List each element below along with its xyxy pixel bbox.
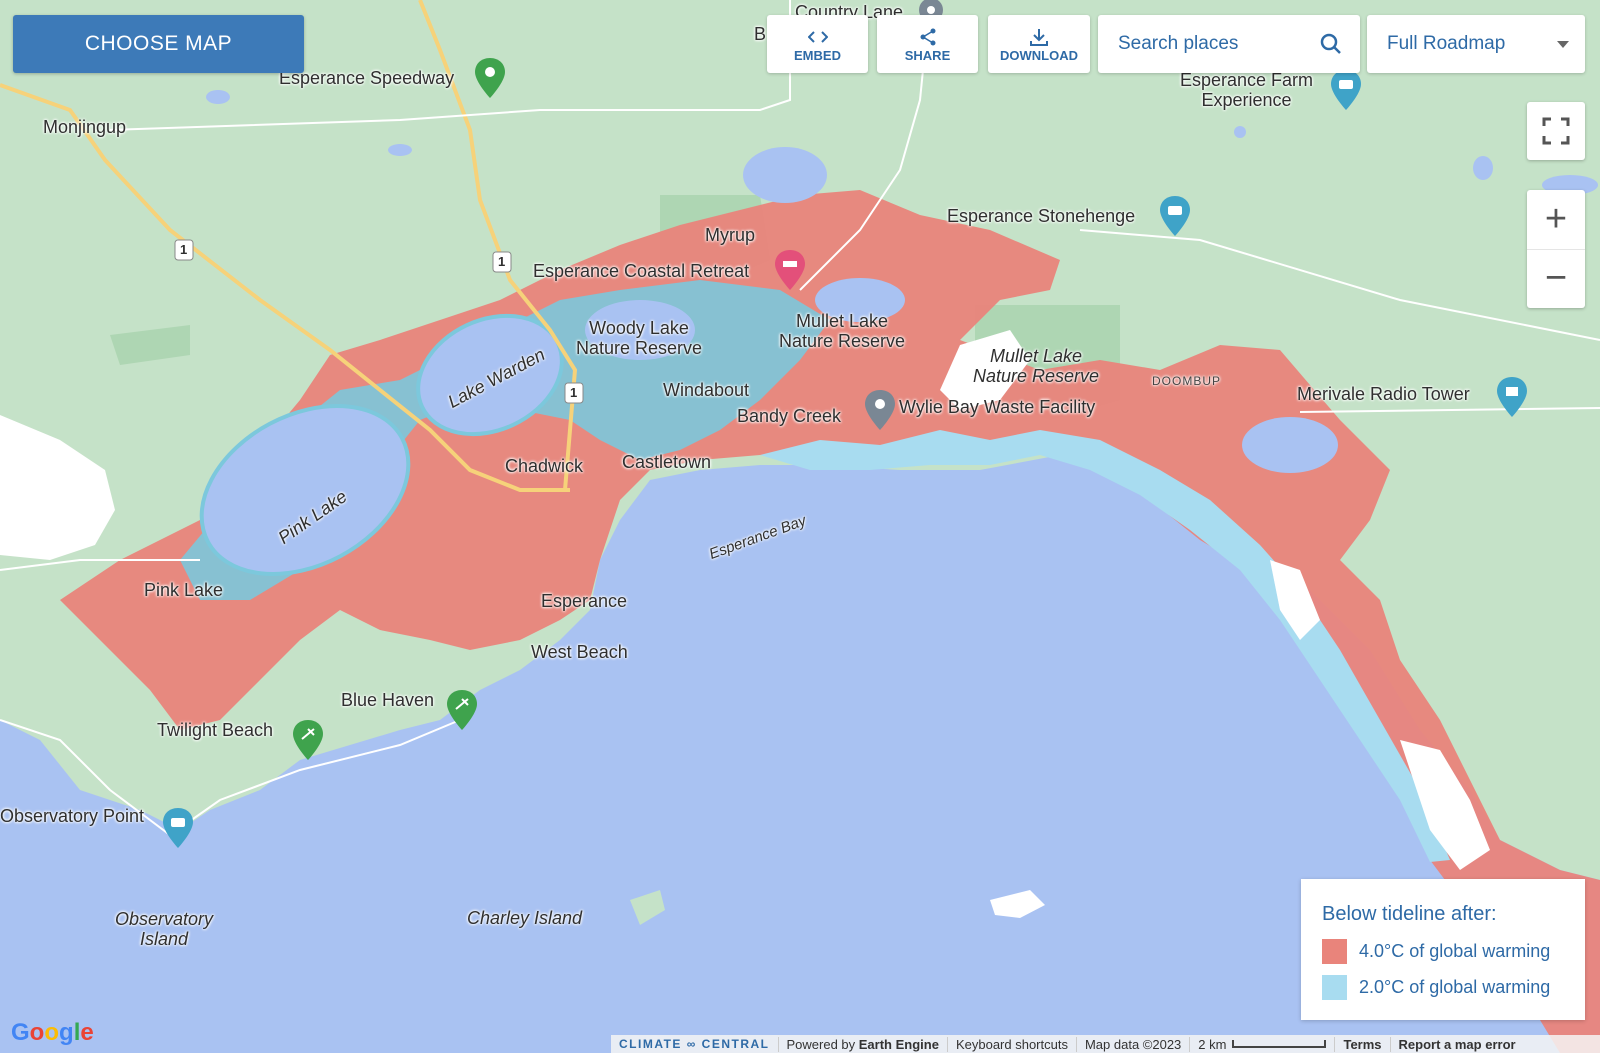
- code-icon: [807, 26, 828, 48]
- map-footer: CLIMATE ∞ CENTRAL Powered by Earth Engin…: [611, 1035, 1600, 1053]
- place-label-observatory-point[interactable]: Observatory Point: [0, 806, 144, 826]
- place-label-wylie-bay[interactable]: Wylie Bay Waste Facility: [899, 397, 1095, 417]
- route-1-label: 1: [570, 385, 578, 400]
- place-label-line: Woody Lake: [589, 318, 689, 338]
- share-icon: [919, 26, 937, 48]
- embed-label: EMBED: [794, 47, 841, 63]
- place-label-west-beach[interactable]: West Beach: [531, 642, 628, 662]
- place-label-mullet-lake-reserve[interactable]: Mullet Lake Nature Reserve: [973, 346, 1099, 386]
- place-label-myrup[interactable]: Myrup: [705, 225, 755, 245]
- place-label-line: Nature Reserve: [576, 338, 703, 358]
- share-button[interactable]: SHARE: [877, 15, 978, 73]
- fullscreen-icon: [1542, 117, 1570, 145]
- embed-button[interactable]: EMBED: [767, 15, 868, 73]
- legend-swatch-4c: [1322, 939, 1347, 964]
- scale-bar: 2 km: [1189, 1036, 1334, 1052]
- place-label-pink-lake-town[interactable]: Pink Lake: [144, 580, 223, 600]
- download-icon: [1029, 26, 1049, 48]
- zoom-out-button[interactable]: −: [1527, 250, 1585, 308]
- place-label-twilight-beach[interactable]: Twilight Beach: [157, 720, 273, 740]
- scale-line: [1232, 1040, 1327, 1048]
- place-label-line: Observatory: [115, 909, 214, 929]
- hotel-pin-icon[interactable]: [775, 250, 805, 290]
- place-label-line: Esperance Farm: [1180, 70, 1314, 90]
- scale-label: 2 km: [1198, 1036, 1227, 1052]
- place-label-line: Mullet Lake: [990, 346, 1083, 366]
- place-label-esperance-coastal-retreat[interactable]: Esperance Coastal Retreat: [533, 261, 749, 281]
- map-pin-icon[interactable]: [475, 58, 505, 98]
- place-label-esperance-farm[interactable]: Esperance Farm Experience: [1180, 70, 1313, 110]
- place-label-observatory-island[interactable]: Observatory Island: [115, 909, 213, 949]
- fullscreen-button[interactable]: [1527, 102, 1585, 160]
- beach-pin-icon[interactable]: [293, 720, 323, 760]
- place-label-esperance[interactable]: Esperance: [541, 591, 627, 611]
- legend-item: 2.0°C of global warming: [1322, 975, 1550, 1000]
- place-label-monjingup[interactable]: Monjingup: [43, 117, 126, 137]
- place-label-partial: B: [754, 24, 767, 44]
- search-box[interactable]: [1098, 15, 1360, 73]
- small-lake: [1234, 126, 1246, 138]
- map-type-value: Full Roadmap: [1387, 33, 1506, 54]
- small-lake: [1242, 417, 1338, 473]
- camera-pin-icon[interactable]: [163, 808, 193, 848]
- small-lake: [743, 147, 827, 203]
- camera-pin-icon[interactable]: [1331, 70, 1361, 110]
- chevron-down-icon: [1557, 40, 1569, 48]
- place-label-chadwick[interactable]: Chadwick: [505, 456, 583, 476]
- place-label-charley-island[interactable]: Charley Island: [467, 908, 582, 928]
- legend-item: 4.0°C of global warming: [1322, 939, 1550, 964]
- place-label-doombup[interactable]: DOOMBUP: [1152, 371, 1221, 391]
- plus-icon: +: [1544, 198, 1568, 240]
- keyboard-shortcuts-link[interactable]: Keyboard shortcuts: [946, 1036, 1076, 1052]
- place-label-line: Experience: [1201, 90, 1292, 110]
- legend-label: 4.0°C of global warming: [1359, 941, 1551, 961]
- report-map-error-link[interactable]: Report a map error: [1389, 1036, 1524, 1052]
- place-label-windabout[interactable]: Windabout: [663, 380, 749, 400]
- place-label-esperance-speedway[interactable]: Esperance Speedway: [279, 68, 454, 88]
- map-data-attribution: Map data ©2023: [1075, 1036, 1189, 1052]
- zoom-in-button[interactable]: +: [1527, 191, 1585, 250]
- place-label-castletown[interactable]: Castletown: [622, 452, 711, 472]
- google-logo: Google: [11, 1019, 94, 1046]
- climate-central-brand[interactable]: CLIMATE ∞ CENTRAL: [611, 1037, 778, 1051]
- share-label: SHARE: [904, 47, 951, 63]
- small-lake: [388, 144, 412, 156]
- place-label-line: Nature Reserve: [973, 366, 1100, 386]
- route-1-label: 1: [180, 242, 188, 257]
- place-label-blue-haven[interactable]: Blue Haven: [341, 690, 434, 710]
- small-lake: [206, 90, 230, 104]
- place-label-mullet-lake[interactable]: Mullet Lake Nature Reserve: [779, 311, 905, 351]
- download-button[interactable]: DOWNLOAD: [988, 15, 1090, 73]
- place-label-line: Mullet Lake: [796, 311, 889, 331]
- earth-engine-link[interactable]: Earth Engine: [859, 1037, 939, 1052]
- search-icon[interactable]: [1320, 33, 1342, 55]
- place-label-woody-lake[interactable]: Woody Lake Nature Reserve: [576, 318, 702, 358]
- map-type-select[interactable]: Full Roadmap: [1367, 15, 1585, 73]
- place-label-line: Nature Reserve: [779, 331, 906, 351]
- powered-by-prefix: Powered by: [786, 1036, 859, 1052]
- beach-pin-icon[interactable]: [447, 690, 477, 730]
- search-input[interactable]: [1116, 32, 1310, 56]
- legend-label: 2.0°C of global warming: [1359, 977, 1551, 997]
- place-label-esperance-stonehenge[interactable]: Esperance Stonehenge: [947, 206, 1135, 226]
- camera-pin-icon[interactable]: [1160, 196, 1190, 236]
- zoom-control: + −: [1527, 190, 1585, 308]
- place-label-bandy-creek[interactable]: Bandy Creek: [737, 406, 841, 426]
- powered-by: Powered by Earth Engine: [777, 1036, 947, 1052]
- place-label-line: Island: [140, 929, 189, 949]
- museum-pin-icon[interactable]: [1497, 377, 1527, 417]
- legend-swatch-2c: [1322, 975, 1347, 1000]
- route-1-label: 1: [498, 254, 506, 269]
- terms-link[interactable]: Terms: [1334, 1036, 1389, 1052]
- place-label-merivale-radio-tower[interactable]: Merivale Radio Tower: [1297, 384, 1470, 404]
- legend-panel: Below tideline after: 4.0°C of global wa…: [1301, 879, 1585, 1020]
- place-pin-icon[interactable]: [865, 390, 895, 430]
- download-label: DOWNLOAD: [1000, 47, 1078, 63]
- small-lake: [1473, 156, 1493, 180]
- minus-icon: −: [1544, 257, 1568, 299]
- choose-map-button[interactable]: CHOOSE MAP: [13, 15, 304, 73]
- legend-title: Below tideline after:: [1322, 903, 1497, 925]
